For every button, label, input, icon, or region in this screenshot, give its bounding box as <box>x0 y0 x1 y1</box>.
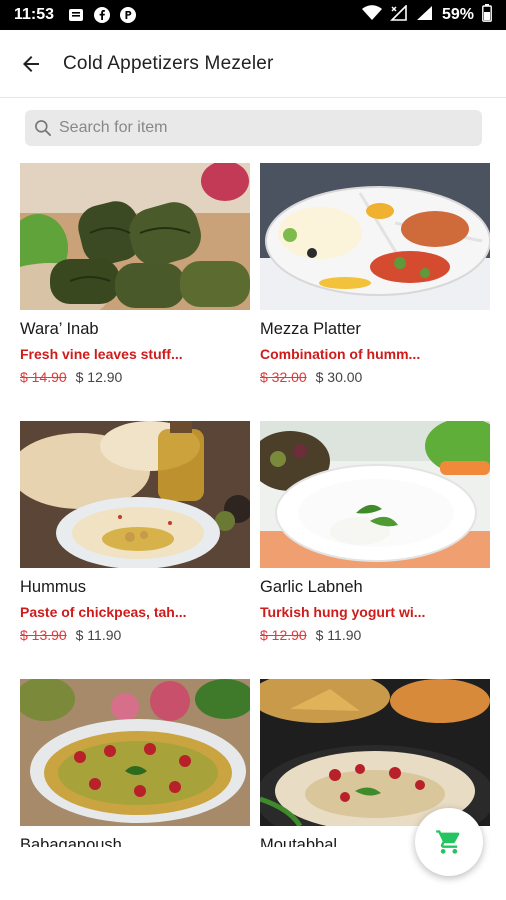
search-bar[interactable] <box>25 110 482 146</box>
parking-icon <box>120 7 137 23</box>
item-name: Babaganoush <box>20 836 122 847</box>
item-card[interactable]: Hummus Paste of chickpeas, tah... $ 13.9… <box>20 421 250 643</box>
item-image <box>260 421 490 568</box>
item-prices: $ 13.90 $ 11.90 <box>20 627 250 643</box>
item-image <box>20 679 250 826</box>
cart-icon <box>436 830 460 854</box>
facebook-icon <box>94 7 111 23</box>
item-card[interactable]: Wara’ Inab Fresh vine leaves stuff... $ … <box>20 163 250 385</box>
item-description: Fresh vine leaves stuff... <box>20 346 183 362</box>
item-name: Wara’ Inab <box>20 320 99 338</box>
item-name: Mezza Platter <box>260 320 361 338</box>
page-title: Cold Appetizers Mezeler <box>63 52 274 74</box>
item-price: $ 11.90 <box>315 627 362 643</box>
cart-button[interactable] <box>415 808 483 876</box>
battery-icon <box>482 3 492 27</box>
item-image <box>260 163 490 310</box>
item-prices: $ 32.00 $ 30.00 <box>260 369 490 385</box>
item-old-price: $ 13.90 <box>20 627 67 643</box>
item-description: Turkish hung yogurt wi... <box>260 604 426 620</box>
item-card[interactable]: Garlic Labneh Turkish hung yogurt wi... … <box>260 421 490 643</box>
item-card[interactable]: Mezza Platter Combination of humm... $ 3… <box>260 163 490 385</box>
item-name: Garlic Labneh <box>260 578 363 596</box>
item-prices: $ 14.90 $ 12.90 <box>20 369 250 385</box>
search-icon <box>35 120 51 136</box>
signal-icon <box>416 5 434 26</box>
item-image <box>20 163 250 310</box>
item-image <box>260 679 490 826</box>
item-old-price: $ 14.90 <box>20 369 67 385</box>
item-prices: $ 12.90 $ 11.90 <box>260 627 490 643</box>
item-description: Paste of chickpeas, tah... <box>20 604 187 620</box>
signal-x-icon <box>390 3 408 26</box>
item-price: $ 11.90 <box>75 627 122 643</box>
status-bar: 11:53 59% <box>0 0 506 30</box>
item-old-price: $ 32.00 <box>260 369 307 385</box>
app-bar: Cold Appetizers Mezeler <box>0 30 506 98</box>
search-input[interactable] <box>59 119 459 137</box>
item-card[interactable]: Babaganoush <box>20 679 250 847</box>
status-time: 11:53 <box>14 6 55 23</box>
arrow-left-icon <box>23 55 39 72</box>
item-old-price: $ 12.90 <box>260 627 307 643</box>
message-icon <box>68 7 84 23</box>
item-price: $ 12.90 <box>75 369 123 385</box>
item-description: Combination of humm... <box>260 346 421 362</box>
wifi-icon <box>361 4 382 26</box>
item-name: Hummus <box>20 578 87 596</box>
battery-label: 59% <box>441 6 474 23</box>
item-price: $ 30.00 <box>315 369 363 385</box>
back-button[interactable] <box>3 36 59 92</box>
item-grid: Wara’ Inab Fresh vine leaves stuff... $ … <box>20 163 490 847</box>
item-image <box>20 421 250 568</box>
